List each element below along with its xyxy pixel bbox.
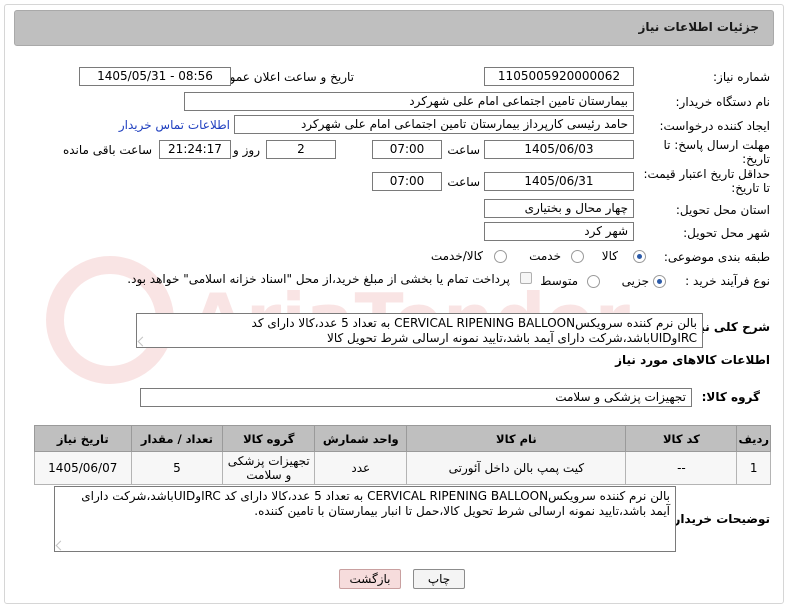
city-field: شهر کرد xyxy=(484,222,634,241)
buyer-desc-text: بالن نرم کننده سرویکسCERVICAL RIPENING B… xyxy=(81,489,670,518)
category-option-service: خدمت xyxy=(529,249,561,263)
announce-field: 1405/05/31 - 08:56 xyxy=(79,67,231,86)
col-group: گروه کالا xyxy=(222,425,316,452)
cell-date: 1405/06/07 xyxy=(34,451,132,485)
category-option-goods: کالا xyxy=(601,249,618,263)
process-radio-minor[interactable] xyxy=(653,275,666,288)
cell-row: 1 xyxy=(736,451,771,485)
requester-label: ایجاد کننده درخواست: xyxy=(659,119,770,133)
cell-qty: 5 xyxy=(130,451,224,485)
validity-date-field: 1405/06/31 xyxy=(484,172,634,191)
process-option-minor: جزیی xyxy=(621,274,649,288)
validity-label: حداقل تاریخ اعتبار قیمت: تا تاریخ: xyxy=(643,167,770,195)
deadline-time-label: ساعت xyxy=(447,143,480,157)
col-code: کد کالا xyxy=(625,425,738,452)
resize-grip-icon[interactable] xyxy=(55,540,66,551)
buyer-desc-textarea[interactable]: بالن نرم کننده سرویکسCERVICAL RIPENING B… xyxy=(54,486,676,552)
days-label: روز و xyxy=(233,143,260,157)
general-desc-textarea[interactable]: بالن نرم کننده سرویکسCERVICAL RIPENING B… xyxy=(136,313,703,348)
buyer-desc-label: توضیحات خریدار: xyxy=(668,512,770,526)
cell-code: -- xyxy=(625,451,738,485)
buyer-org-label: نام دستگاه خریدار: xyxy=(675,95,771,109)
deadline-time-field: 07:00 xyxy=(372,140,442,159)
need-number-label: شماره نیاز: xyxy=(713,70,770,84)
category-option-goods-service: کالا/خدمت xyxy=(430,249,483,263)
col-row: ردیف xyxy=(736,425,771,452)
col-date: تاریخ نیاز xyxy=(34,425,132,452)
resize-grip-icon[interactable] xyxy=(137,336,148,347)
remaining-time-field: 21:24:17 xyxy=(159,140,231,159)
general-desc-text: بالن نرم کننده سرویکسCERVICAL RIPENING B… xyxy=(251,316,697,345)
treasury-payment-checkbox[interactable] xyxy=(520,272,532,284)
days-field: 2 xyxy=(266,140,336,159)
province-field: چهار محال و بختیاری xyxy=(484,199,634,218)
remaining-label: ساعت باقی مانده xyxy=(62,143,152,157)
deadline-label: مهلت ارسال پاسخ: تا تاریخ: xyxy=(663,138,770,166)
goods-group-field: تجهیزات پزشکی و سلامت xyxy=(140,388,692,407)
col-qty: تعداد / مقدار xyxy=(130,425,224,452)
panel-title: جزئیات اطلاعات نیاز xyxy=(638,20,759,34)
col-unit: واحد شمارش xyxy=(314,425,408,452)
process-label: نوع فرآیند خرید : xyxy=(685,274,770,288)
cell-group: تجهیزات پزشکی و سلامت xyxy=(222,451,316,485)
col-name: نام کالا xyxy=(406,425,627,452)
goods-table-header-row: ردیف کد کالا نام کالا واحد شمارش گروه کا… xyxy=(34,425,771,452)
process-option-medium: متوسط xyxy=(540,274,578,288)
cell-unit: عدد xyxy=(314,451,408,485)
payment-note: پرداخت تمام یا بخشی از مبلغ خرید،از محل … xyxy=(127,272,510,286)
validity-time-label: ساعت xyxy=(447,175,480,189)
goods-group-label: گروه کالا: xyxy=(701,390,760,404)
table-row: 1 -- کیت پمپ بالن داخل آئورتی عدد تجهیزا… xyxy=(34,451,771,485)
requester-field: حامد رئیسی کارپرداز بیمارستان تامین اجتم… xyxy=(234,115,634,134)
category-radio-goods-service[interactable] xyxy=(494,250,507,263)
cell-name: کیت پمپ بالن داخل آئورتی xyxy=(406,451,627,485)
goods-info-title: اطلاعات کالاهای مورد نیاز xyxy=(615,353,770,367)
back-button[interactable]: بازگشت xyxy=(339,569,401,589)
category-radio-goods[interactable] xyxy=(633,250,646,263)
province-label: استان محل تحویل: xyxy=(675,203,770,217)
contact-info-link[interactable]: اطلاعات تماس خریدار xyxy=(119,118,230,132)
panel-header: جزئیات اطلاعات نیاز xyxy=(14,10,774,46)
deadline-date-field: 1405/06/03 xyxy=(484,140,634,159)
process-radio-medium[interactable] xyxy=(587,275,600,288)
category-radio-service[interactable] xyxy=(571,250,584,263)
validity-time-field: 07:00 xyxy=(372,172,442,191)
need-number-field: 1105005920000062 xyxy=(484,67,634,86)
buyer-org-field: بیمارستان تامین اجتماعی امام علی شهرکرد xyxy=(184,92,634,111)
goods-table: ردیف کد کالا نام کالا واحد شمارش گروه کا… xyxy=(34,425,771,485)
print-button[interactable]: چاپ xyxy=(413,569,465,589)
category-label: طبقه بندی موضوعی: xyxy=(663,250,770,264)
city-label: شهر محل تحویل: xyxy=(683,226,770,240)
